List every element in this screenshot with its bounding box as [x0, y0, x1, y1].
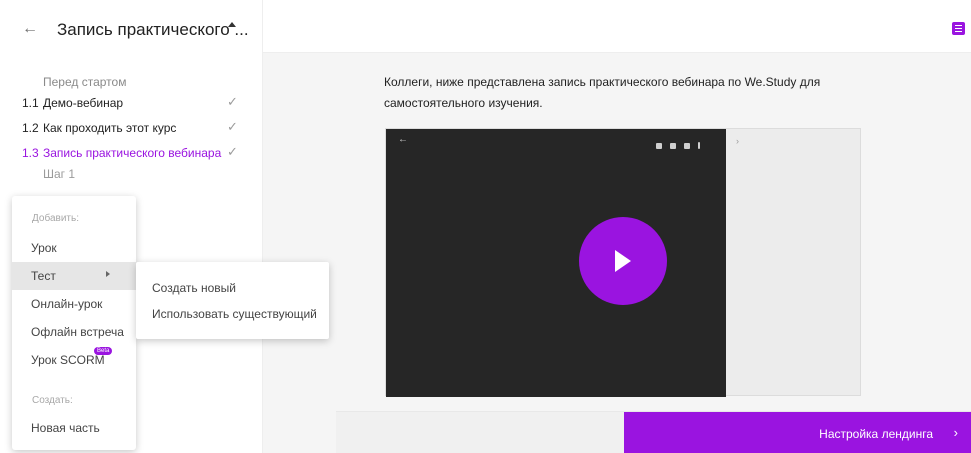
check-icon: ✓: [227, 119, 238, 134]
menu-item-label: Офлайн встреча: [31, 325, 124, 339]
notes-icon[interactable]: [952, 22, 965, 35]
add-menu: Добавить: Урок Тест Онлайн-урок Офлайн в…: [12, 196, 136, 450]
lesson-item[interactable]: 1.1 Демо-вебинар ✓: [0, 94, 250, 114]
menu-item-label: Онлайн-урок: [31, 297, 103, 311]
menu-item-label: Тест: [31, 269, 56, 283]
beta-badge: Beta: [94, 347, 113, 355]
comment-icon[interactable]: [670, 143, 676, 149]
step-title[interactable]: Шаг 1: [43, 167, 75, 181]
check-icon: ✓: [227, 94, 238, 109]
check-icon: ✓: [227, 144, 238, 159]
submenu-use-existing[interactable]: Использовать существующий: [152, 307, 317, 321]
create-menu-heading: Создать:: [32, 395, 73, 406]
lesson-number: 1.3: [22, 146, 39, 160]
arrow-left-icon[interactable]: ←: [22, 19, 38, 39]
menu-item-offline-meeting[interactable]: Офлайн встреча: [12, 318, 136, 346]
course-title[interactable]: Запись практического ...: [57, 20, 249, 40]
top-bar: [263, 0, 971, 53]
test-submenu: Создать новый Использовать существующий: [136, 262, 329, 339]
main-content: Коллеги, ниже представлена запись практи…: [263, 0, 971, 453]
menu-item-online-lesson[interactable]: Онлайн-урок: [12, 290, 136, 318]
lesson-number: 1.2: [22, 121, 39, 135]
play-button[interactable]: [579, 217, 667, 305]
more-icon[interactable]: [698, 142, 700, 149]
caret-up-icon[interactable]: [228, 22, 236, 27]
caret-right-icon: [106, 271, 110, 277]
menu-item-label: Новая часть: [31, 421, 100, 435]
lesson-label: Как проходить этот курс: [43, 121, 177, 135]
landing-settings-button[interactable]: Настройка лендинга ›: [624, 412, 971, 453]
add-menu-heading: Добавить:: [32, 213, 79, 224]
lesson-item-active[interactable]: 1.3 Запись практического вебинара ✓: [0, 144, 250, 164]
video-toolbar: [656, 136, 708, 154]
landing-settings-label: Настройка лендинга: [819, 427, 933, 441]
submenu-create-new[interactable]: Создать новый: [152, 281, 236, 295]
menu-item-test[interactable]: Тест: [12, 262, 136, 290]
sidebar-header: ← Запись практического ...: [0, 0, 263, 66]
video-embed[interactable]: ← ›: [385, 128, 861, 397]
menu-item-lesson[interactable]: Урок: [12, 234, 136, 262]
chevron-right-icon[interactable]: ›: [736, 136, 739, 146]
arrow-left-icon[interactable]: ←: [398, 134, 408, 145]
menu-item-scorm[interactable]: Урок SCORM Beta: [12, 346, 136, 374]
menu-item-label: Урок: [31, 241, 57, 255]
lesson-number: 1.1: [22, 96, 39, 110]
person-icon[interactable]: [684, 143, 690, 149]
slides-icon[interactable]: [656, 143, 662, 149]
menu-item-label: Урок SCORM: [31, 353, 105, 367]
video-player[interactable]: ←: [386, 129, 726, 397]
lesson-label: Демо-вебинар: [43, 96, 124, 110]
lesson-label: Запись практического вебинара: [43, 146, 222, 160]
menu-item-new-part[interactable]: Новая часть: [12, 414, 136, 442]
chevron-right-icon: ›: [953, 425, 958, 440]
section-title[interactable]: Перед стартом: [43, 75, 126, 89]
lesson-description: Коллеги, ниже представлена запись практи…: [384, 75, 821, 110]
lesson-item[interactable]: 1.2 Как проходить этот курс ✓: [0, 119, 250, 139]
